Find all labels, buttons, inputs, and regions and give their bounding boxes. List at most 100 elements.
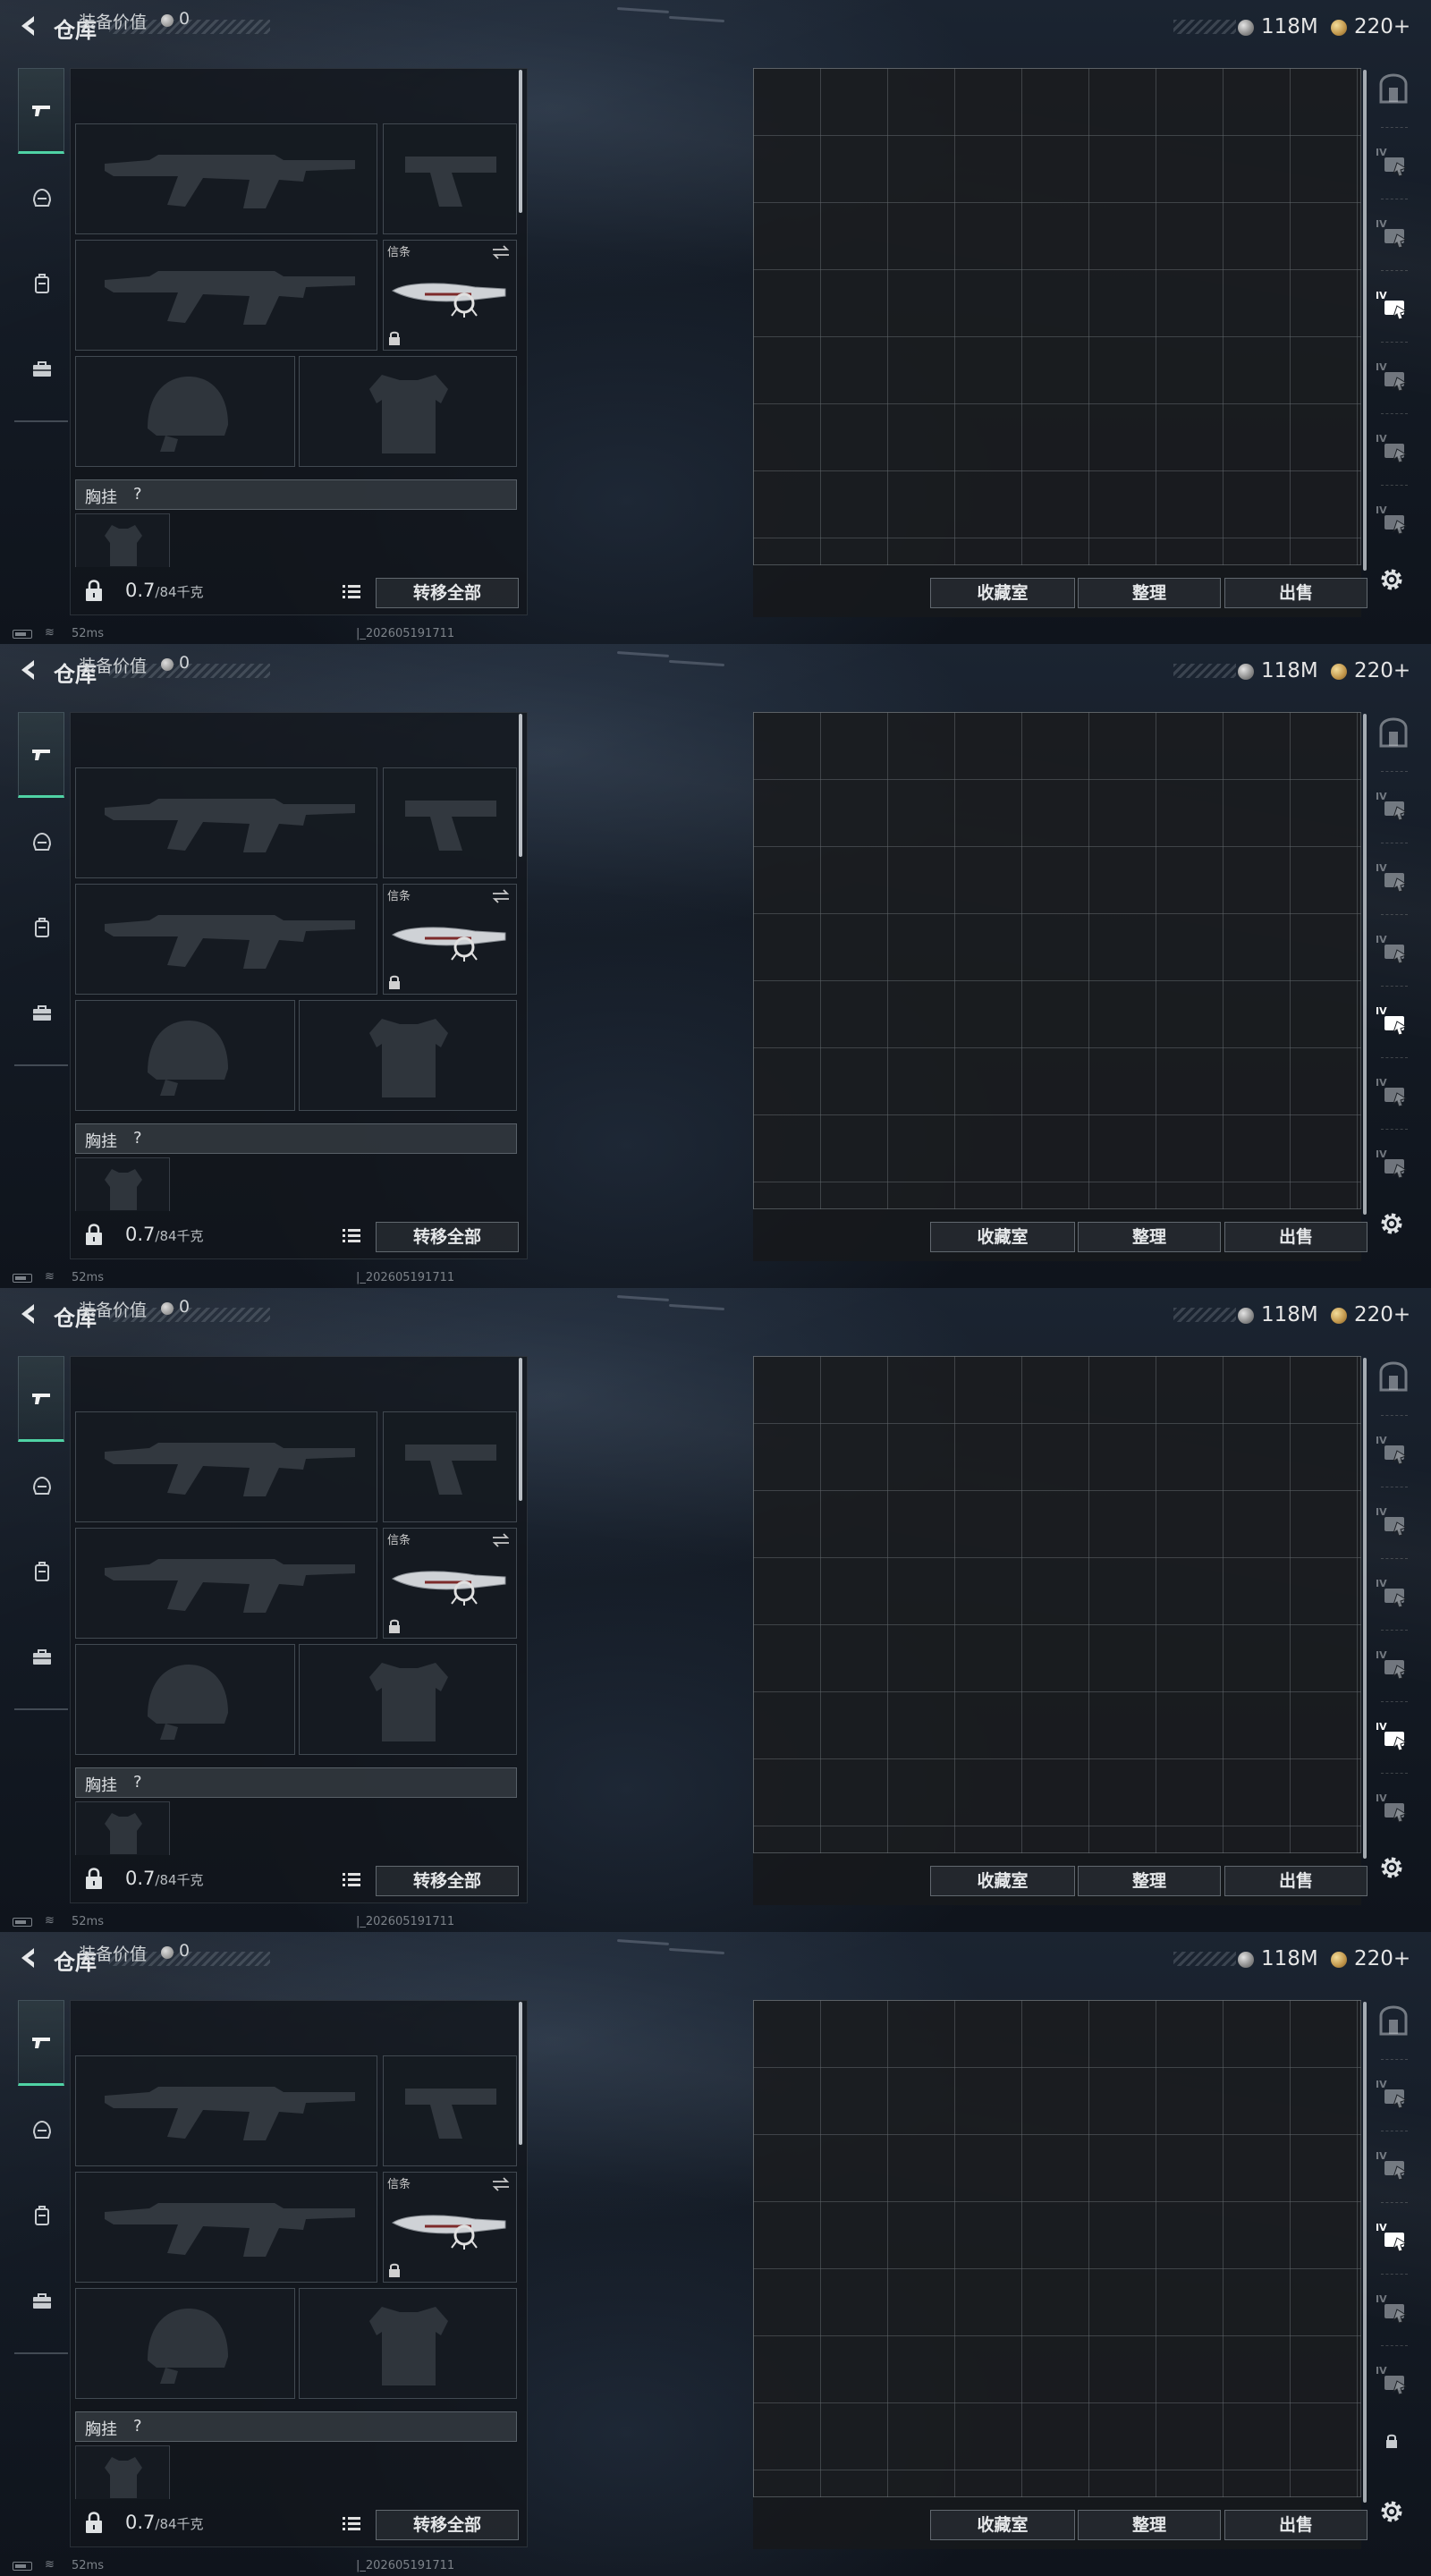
stash-scrollbar[interactable] — [1363, 714, 1367, 1215]
primary-weapon-slot[interactable] — [75, 123, 377, 234]
stash-grid[interactable] — [753, 1356, 1361, 1853]
briefcase-icon[interactable] — [30, 2290, 54, 2313]
stash-page-tab[interactable]: IV — [1374, 429, 1413, 465]
back-arrow-icon[interactable] — [14, 657, 41, 683]
primary-weapon-slot[interactable] — [75, 767, 377, 878]
list-icon[interactable] — [342, 1871, 361, 1887]
tab-weapons[interactable] — [18, 712, 64, 798]
equipment-scrollbar[interactable] — [519, 714, 522, 857]
melee-slot[interactable]: 信条 — [383, 884, 517, 995]
stash-scrollbar[interactable] — [1363, 1358, 1367, 1859]
back-arrow-icon[interactable] — [14, 13, 41, 39]
swap-icon[interactable] — [491, 888, 511, 904]
equipment-scrollbar[interactable] — [519, 70, 522, 213]
armor-slot[interactable] — [299, 2288, 517, 2399]
chest-rig-header[interactable]: 胸挂 ? — [75, 479, 517, 510]
helmet-slot[interactable] — [75, 2288, 295, 2399]
chest-rig-hint[interactable]: ? — [133, 2417, 142, 2436]
helmet-slot[interactable] — [75, 356, 295, 467]
stash-page-tab[interactable]: IV — [1374, 1717, 1413, 1753]
transfer-all-button[interactable]: 转移全部 — [376, 1866, 519, 1896]
stash-page-tab[interactable]: IV — [1374, 2218, 1413, 2254]
backpack-icon[interactable] — [30, 916, 54, 939]
stash-page-tab[interactable]: IV — [1374, 286, 1413, 322]
collection-room-button[interactable]: 收藏室 — [930, 578, 1075, 608]
equipment-scrollbar[interactable] — [519, 2002, 522, 2145]
back-arrow-icon[interactable] — [14, 1945, 41, 1971]
organize-button[interactable]: 整理 — [1078, 578, 1221, 608]
swap-icon[interactable] — [491, 2176, 511, 2192]
currency-silver-amount[interactable]: 118M — [1261, 15, 1318, 38]
stash-page-tab[interactable]: IV — [1374, 358, 1413, 394]
briefcase-icon[interactable] — [30, 1002, 54, 1025]
pistol-slot[interactable] — [383, 123, 517, 234]
armor-slot[interactable] — [299, 356, 517, 467]
list-icon[interactable] — [342, 583, 361, 599]
pistol-slot[interactable] — [383, 1411, 517, 1522]
stash-page-tab[interactable]: IV — [1374, 2290, 1413, 2326]
chest-rig-hint[interactable]: ? — [133, 1129, 142, 1148]
stash-grid[interactable] — [753, 2000, 1361, 2497]
safe-page-tab[interactable] — [1374, 1360, 1413, 1395]
chest-rig-header[interactable]: 胸挂 ? — [75, 1123, 517, 1154]
currency-silver-amount[interactable]: 118M — [1261, 659, 1318, 682]
armor-slot[interactable] — [299, 1644, 517, 1755]
sell-button[interactable]: 出售 — [1224, 578, 1367, 608]
chest-rig-header[interactable]: 胸挂 ? — [75, 1767, 517, 1798]
equipment-scrollbar[interactable] — [519, 1358, 522, 1501]
stash-page-tab[interactable]: IV — [1374, 1646, 1413, 1682]
organize-button[interactable]: 整理 — [1078, 1866, 1221, 1896]
tab-weapons[interactable] — [18, 68, 64, 154]
secondary-weapon-slot[interactable] — [75, 884, 377, 995]
stash-page-tab[interactable]: IV — [1374, 1431, 1413, 1467]
lock-icon[interactable] — [82, 1222, 106, 1247]
currency-gold-amount[interactable]: 220+ — [1354, 15, 1410, 38]
safe-page-tab[interactable] — [1374, 716, 1413, 751]
list-icon[interactable] — [342, 2515, 361, 2531]
stash-page-tab[interactable]: IV — [1374, 2075, 1413, 2111]
stash-scrollbar[interactable] — [1363, 2002, 1367, 2503]
currency-silver-amount[interactable]: 118M — [1261, 1303, 1318, 1326]
currency-gold-amount[interactable]: 220+ — [1354, 1947, 1410, 1970]
organize-button[interactable]: 整理 — [1078, 1222, 1221, 1252]
melee-slot[interactable]: 信条 — [383, 240, 517, 351]
backpack-icon[interactable] — [30, 272, 54, 295]
stash-page-tab[interactable]: IV — [1374, 2361, 1413, 2397]
stash-grid[interactable] — [753, 68, 1361, 565]
tab-weapons[interactable] — [18, 1356, 64, 1442]
lock-icon[interactable] — [82, 578, 106, 603]
chest-rig-slot[interactable] — [75, 2445, 170, 2499]
back-arrow-icon[interactable] — [14, 1301, 41, 1327]
primary-weapon-slot[interactable] — [75, 1411, 377, 1522]
secondary-weapon-slot[interactable] — [75, 240, 377, 351]
organize-button[interactable]: 整理 — [1078, 2510, 1221, 2540]
gear-icon[interactable] — [1377, 1209, 1406, 1238]
collection-room-button[interactable]: 收藏室 — [930, 2510, 1075, 2540]
gear-icon[interactable] — [1377, 1853, 1406, 1882]
gear-icon[interactable] — [1377, 565, 1406, 594]
helmet-icon[interactable] — [30, 1474, 54, 1497]
stash-page-tab[interactable]: IV — [1374, 1073, 1413, 1109]
stash-page-tab[interactable]: IV — [1374, 215, 1413, 250]
stash-page-tab[interactable]: IV — [1374, 1145, 1413, 1181]
transfer-all-button[interactable]: 转移全部 — [376, 578, 519, 608]
stash-page-tab[interactable]: IV — [1374, 143, 1413, 179]
gear-icon[interactable] — [1377, 2497, 1406, 2526]
lock-icon[interactable] — [82, 2510, 106, 2535]
currency-gold-amount[interactable]: 220+ — [1354, 1303, 1410, 1326]
transfer-all-button[interactable]: 转移全部 — [376, 1222, 519, 1252]
primary-weapon-slot[interactable] — [75, 2055, 377, 2166]
safe-page-tab[interactable] — [1374, 72, 1413, 107]
backpack-icon[interactable] — [30, 2204, 54, 2227]
sell-button[interactable]: 出售 — [1224, 2510, 1367, 2540]
stash-scrollbar[interactable] — [1363, 70, 1367, 571]
melee-slot[interactable]: 信条 — [383, 1528, 517, 1639]
collection-room-button[interactable]: 收藏室 — [930, 1866, 1075, 1896]
swap-icon[interactable] — [491, 244, 511, 260]
helmet-icon[interactable] — [30, 2118, 54, 2141]
briefcase-icon[interactable] — [30, 1646, 54, 1669]
helmet-slot[interactable] — [75, 1644, 295, 1755]
stash-page-tab[interactable]: IV — [1374, 1002, 1413, 1038]
melee-slot[interactable]: 信条 — [383, 2172, 517, 2283]
currency-gold-amount[interactable]: 220+ — [1354, 659, 1410, 682]
